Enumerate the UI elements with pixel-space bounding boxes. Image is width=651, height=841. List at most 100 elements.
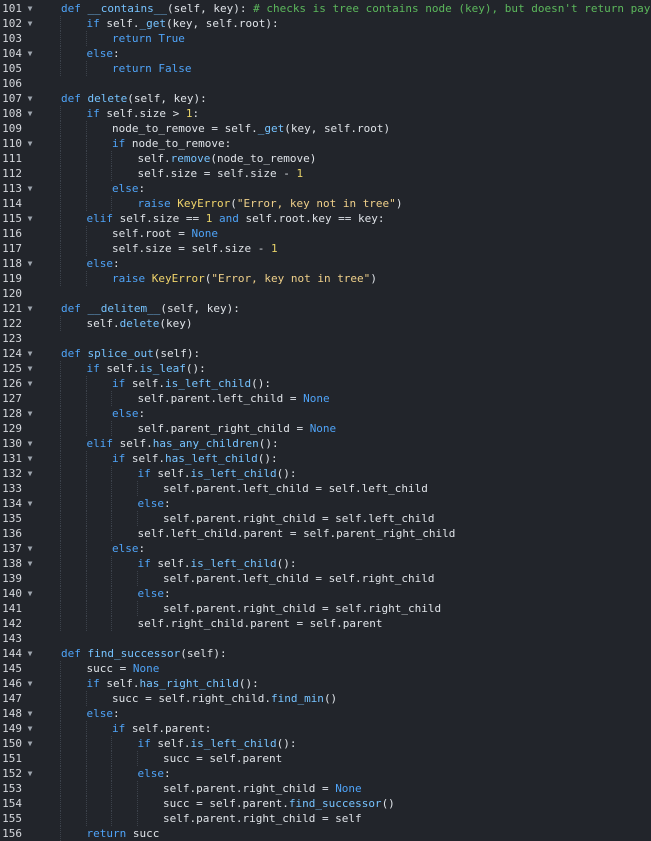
code-line[interactable]: 149▼if self.parent: xyxy=(0,721,651,736)
code-line[interactable]: 132▼if self.is_left_child(): xyxy=(0,466,651,481)
code-line[interactable]: 154succ = self.parent.find_successor() xyxy=(0,796,651,811)
code-line[interactable]: 156return succ xyxy=(0,826,651,841)
fold-arrow-icon[interactable]: ▼ xyxy=(25,211,35,226)
fold-arrow-icon[interactable]: ▼ xyxy=(25,301,35,316)
code-line[interactable]: 104▼else: xyxy=(0,46,651,61)
fold-arrow-icon[interactable]: ▼ xyxy=(25,361,35,376)
fold-arrow-icon[interactable]: ▼ xyxy=(25,646,35,661)
fold-arrow-icon[interactable]: ▼ xyxy=(25,376,35,391)
code-line[interactable]: 151succ = self.parent xyxy=(0,751,651,766)
code-line[interactable]: 131▼if self.has_left_child(): xyxy=(0,451,651,466)
code-line[interactable]: 124▼def splice_out(self): xyxy=(0,346,651,361)
code-line[interactable]: 102▼if self._get(key, self.root): xyxy=(0,16,651,31)
line-number: 149 xyxy=(0,721,22,736)
code-line[interactable]: 105return False xyxy=(0,61,651,76)
code-text: self.parent.right_child = None xyxy=(163,781,651,796)
fold-arrow-icon[interactable]: ▼ xyxy=(25,766,35,781)
code-line[interactable]: 122self.delete(key) xyxy=(0,316,651,331)
code-token: self. xyxy=(157,557,190,570)
fold-arrow-icon[interactable]: ▼ xyxy=(25,181,35,196)
code-line[interactable]: 143 xyxy=(0,631,651,646)
code-line[interactable]: 139self.parent.left_child = self.right_c… xyxy=(0,571,651,586)
code-line[interactable]: 144▼def find_successor(self): xyxy=(0,646,651,661)
code-line[interactable]: 126▼if self.is_left_child(): xyxy=(0,376,651,391)
fold-arrow-icon[interactable]: ▼ xyxy=(25,406,35,421)
code-line[interactable]: 103return True xyxy=(0,31,651,46)
code-line[interactable]: 135self.parent.right_child = self.left_c… xyxy=(0,511,651,526)
code-line[interactable]: 138▼if self.is_left_child(): xyxy=(0,556,651,571)
code-line[interactable]: 117self.size = self.size - 1 xyxy=(0,241,651,256)
code-line[interactable]: 123 xyxy=(0,331,651,346)
fold-arrow-icon[interactable]: ▼ xyxy=(25,436,35,451)
code-line[interactable]: 150▼if self.is_left_child(): xyxy=(0,736,651,751)
code-line[interactable]: 116self.root = None xyxy=(0,226,651,241)
code-line[interactable]: 130▼elif self.has_any_children(): xyxy=(0,436,651,451)
code-line[interactable]: 106 xyxy=(0,76,651,91)
code-line[interactable]: 118▼else: xyxy=(0,256,651,271)
fold-arrow-icon[interactable]: ▼ xyxy=(25,136,35,151)
code-line[interactable]: 125▼if self.is_leaf(): xyxy=(0,361,651,376)
code-line[interactable]: 134▼else: xyxy=(0,496,651,511)
fold-arrow-icon[interactable]: ▼ xyxy=(25,676,35,691)
code-line[interactable]: 109node_to_remove = self._get(key, self.… xyxy=(0,121,651,136)
fold-arrow-icon[interactable]: ▼ xyxy=(25,736,35,751)
code-line[interactable]: 110▼if node_to_remove: xyxy=(0,136,651,151)
code-line[interactable]: 153self.parent.right_child = None xyxy=(0,781,651,796)
code-line[interactable]: 142self.right_child.parent = self.parent xyxy=(0,616,651,631)
indent-guide xyxy=(60,676,61,691)
code-editor[interactable]: 101▼def __contains__(self, key): # check… xyxy=(0,0,651,840)
code-line[interactable]: 155self.parent.right_child = self xyxy=(0,811,651,826)
fold-arrow-icon[interactable]: ▼ xyxy=(25,1,35,16)
code-line[interactable]: 136self.left_child.parent = self.parent_… xyxy=(0,526,651,541)
code-line[interactable]: 113▼else: xyxy=(0,181,651,196)
fold-arrow-icon[interactable]: ▼ xyxy=(25,16,35,31)
code-line[interactable]: 107▼def delete(self, key): xyxy=(0,91,651,106)
indent-guide xyxy=(86,736,87,751)
fold-arrow-icon[interactable]: ▼ xyxy=(25,541,35,556)
fold-arrow-icon[interactable]: ▼ xyxy=(25,706,35,721)
code-line[interactable]: 121▼def __delitem__(self, key): xyxy=(0,301,651,316)
code-line[interactable]: 128▼else: xyxy=(0,406,651,421)
code-line[interactable]: 115▼elif self.size == 1 and self.root.ke… xyxy=(0,211,651,226)
code-line[interactable]: 101▼def __contains__(self, key): # check… xyxy=(0,1,651,16)
code-line[interactable]: 137▼else: xyxy=(0,541,651,556)
code-token: else xyxy=(138,497,165,510)
code-line[interactable]: 127self.parent.left_child = None xyxy=(0,391,651,406)
code-line[interactable]: 133self.parent.left_child = self.left_ch… xyxy=(0,481,651,496)
code-line[interactable]: 141self.parent.right_child = self.right_… xyxy=(0,601,651,616)
code-line[interactable]: 140▼else: xyxy=(0,586,651,601)
indent-guide xyxy=(86,811,87,826)
code-line[interactable]: 146▼if self.has_right_child(): xyxy=(0,676,651,691)
code-token: self.size = self.size - xyxy=(138,167,297,180)
code-line[interactable]: 111self.remove(node_to_remove) xyxy=(0,151,651,166)
code-line[interactable]: 119raise KeyError("Error, key not in tre… xyxy=(0,271,651,286)
indent-guide xyxy=(60,376,61,391)
code-line[interactable]: 147succ = self.right_child.find_min() xyxy=(0,691,651,706)
code-line[interactable]: 108▼if self.size > 1: xyxy=(0,106,651,121)
code-line[interactable]: 129self.parent_right_child = None xyxy=(0,421,651,436)
fold-arrow-icon[interactable]: ▼ xyxy=(25,556,35,571)
code-line[interactable]: 145succ = None xyxy=(0,661,651,676)
indent-guide xyxy=(60,361,61,376)
code-token: else xyxy=(87,707,114,720)
fold-arrow-icon[interactable]: ▼ xyxy=(25,106,35,121)
code-text: if node_to_remove: xyxy=(112,136,651,151)
code-text: succ = None xyxy=(87,661,651,676)
fold-arrow-icon[interactable]: ▼ xyxy=(25,451,35,466)
code-token: self. xyxy=(106,17,139,30)
fold-arrow-icon[interactable]: ▼ xyxy=(25,46,35,61)
code-line[interactable]: 112self.size = self.size - 1 xyxy=(0,166,651,181)
fold-arrow-icon[interactable]: ▼ xyxy=(25,346,35,361)
code-line[interactable]: 114raise KeyError("Error, key not in tre… xyxy=(0,196,651,211)
fold-arrow-icon[interactable]: ▼ xyxy=(25,586,35,601)
fold-arrow-icon[interactable]: ▼ xyxy=(25,466,35,481)
code-line[interactable]: 120 xyxy=(0,286,651,301)
code-token: (): xyxy=(251,377,271,390)
fold-arrow-icon[interactable]: ▼ xyxy=(25,256,35,271)
code-line[interactable]: 152▼else: xyxy=(0,766,651,781)
fold-arrow-icon[interactable]: ▼ xyxy=(25,91,35,106)
fold-arrow-icon[interactable]: ▼ xyxy=(25,496,35,511)
code-line[interactable]: 148▼else: xyxy=(0,706,651,721)
line-number: 139 xyxy=(0,571,22,586)
fold-arrow-icon[interactable]: ▼ xyxy=(25,721,35,736)
